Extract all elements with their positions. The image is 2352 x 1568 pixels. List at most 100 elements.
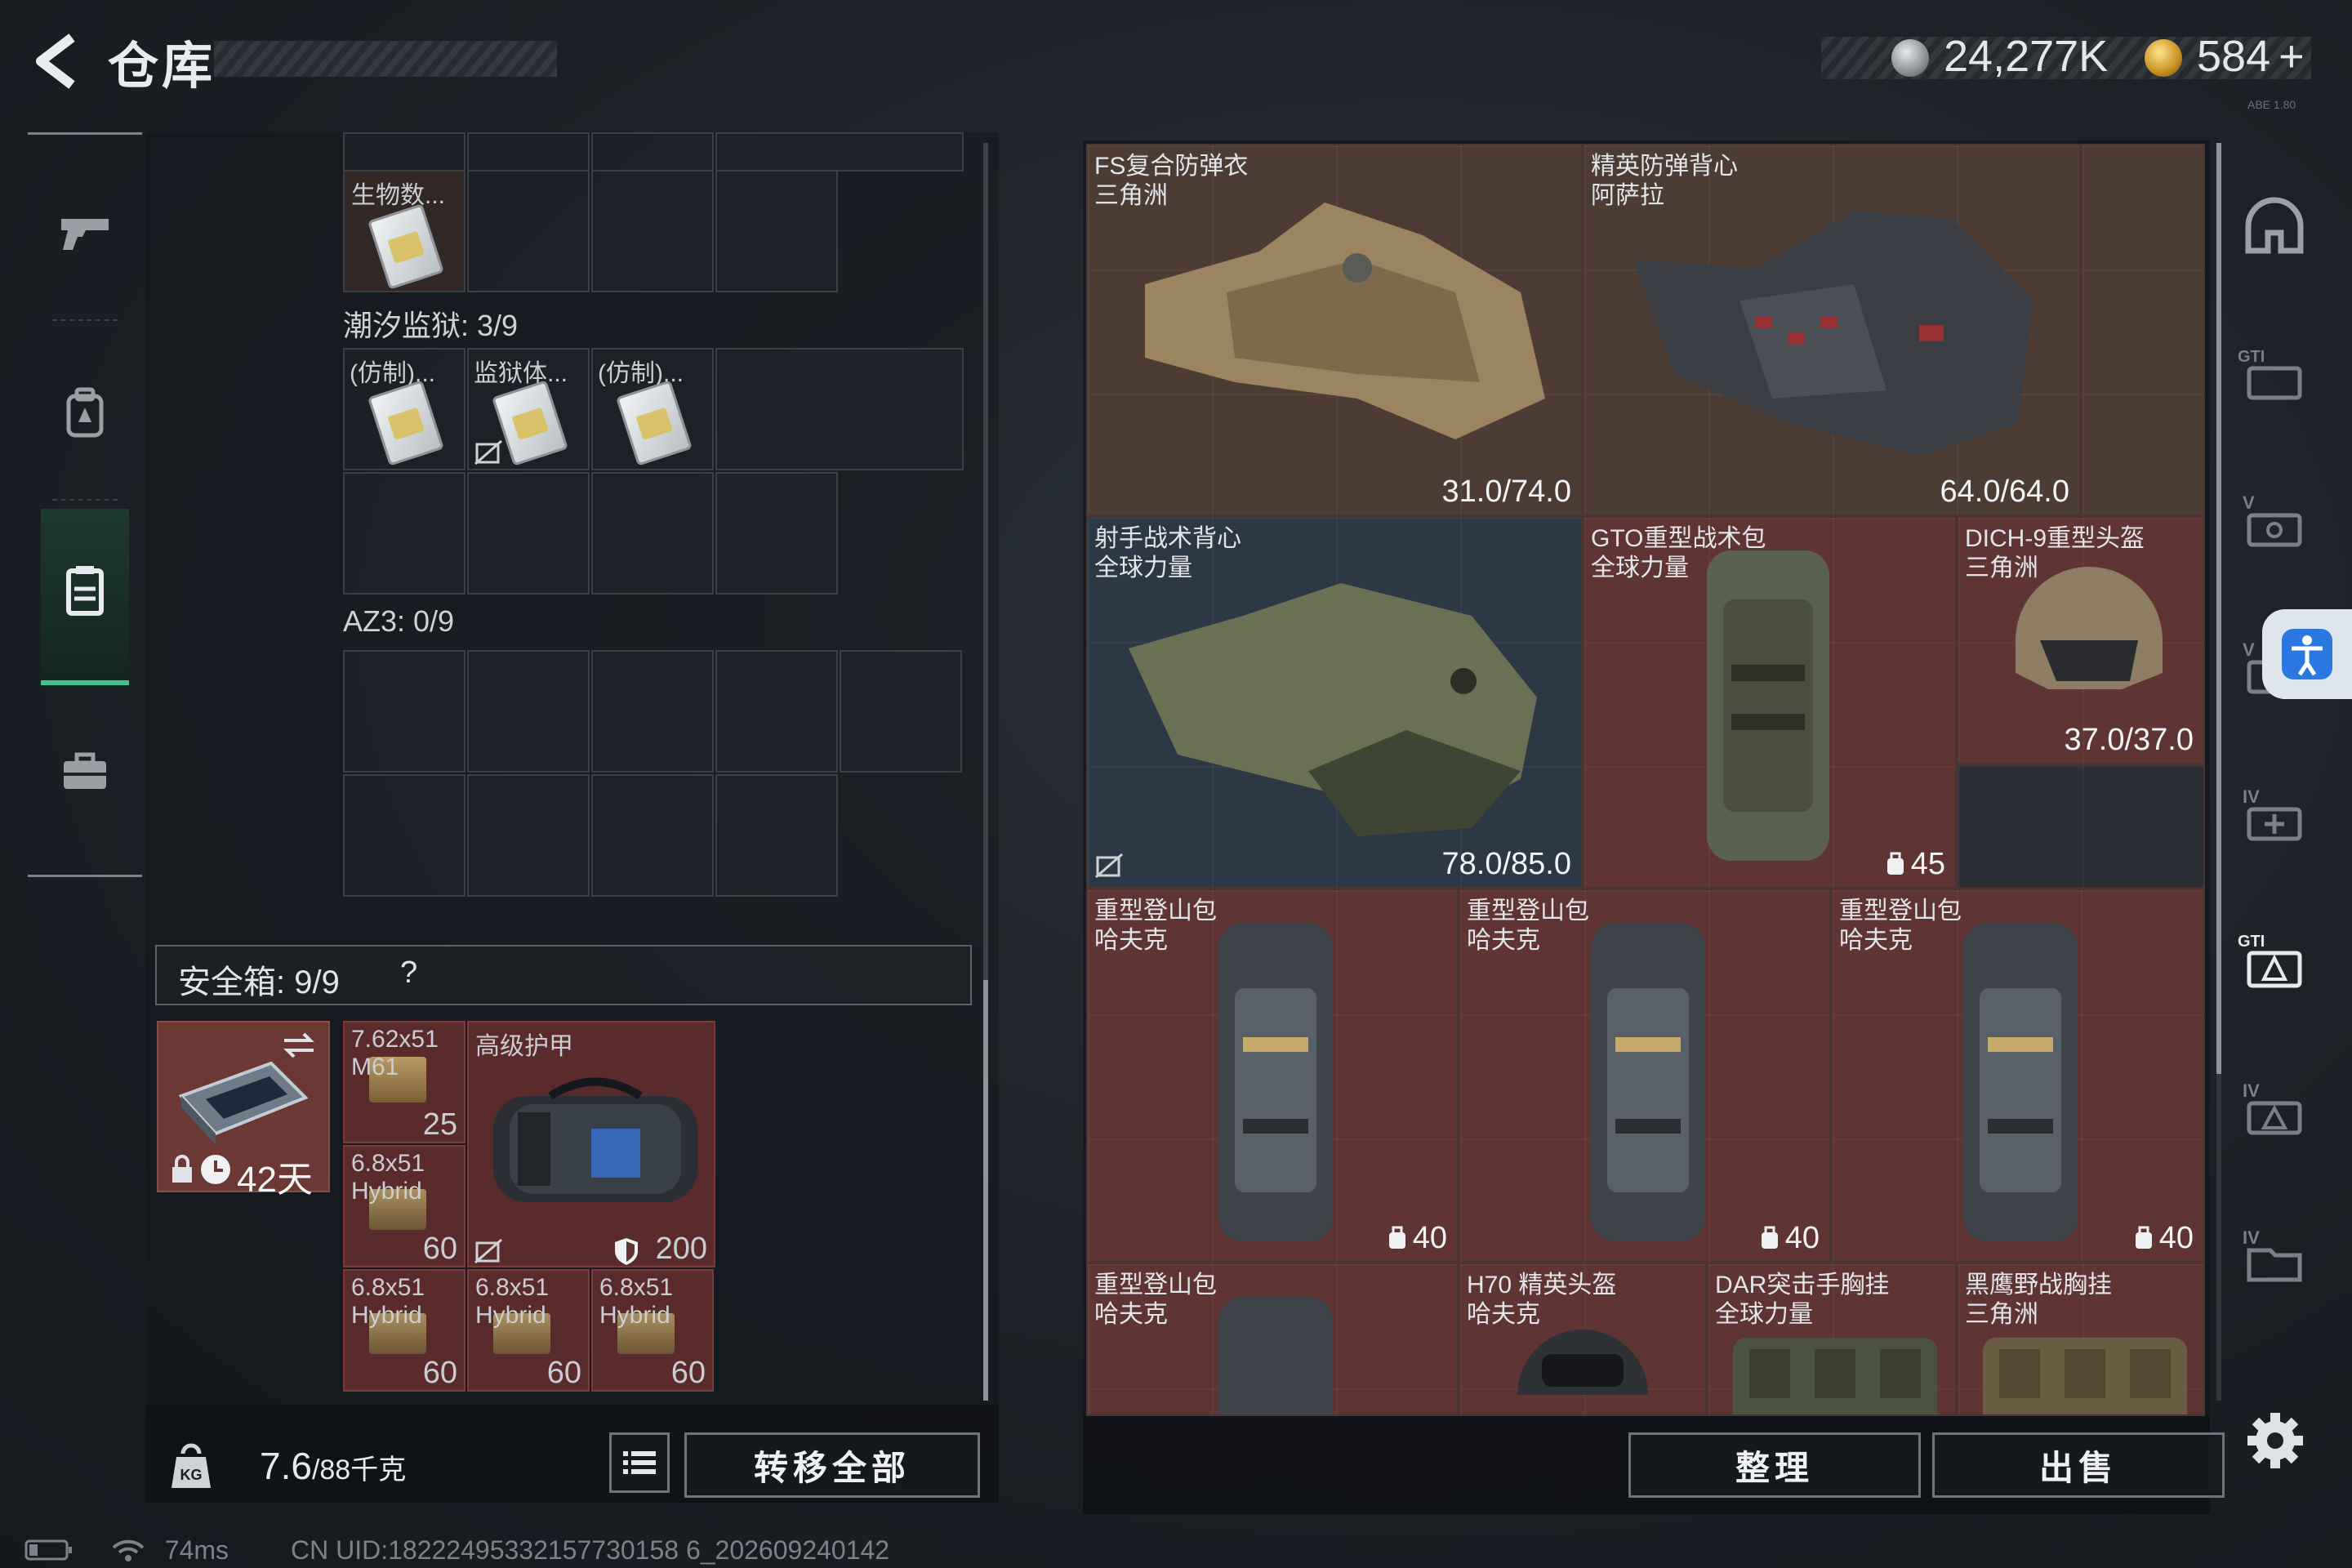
item-name: 生物数... [351,182,446,209]
safebox-remaining-time: 42天 [237,1160,313,1200]
accessibility-button[interactable] [2262,609,2352,699]
grid-cell[interactable] [591,170,714,292]
document-icon [368,203,444,290]
weight-display: 7.6/88千克 [260,1444,406,1488]
grid-cell[interactable] [343,774,466,897]
sort-button[interactable]: 整理 [1628,1432,1921,1498]
grid-cell[interactable] [467,170,590,292]
item-tile[interactable]: GTO重型战术包 全球力量 45 [1583,516,1957,889]
sidebar-item-briefcase[interactable] [28,690,142,853]
grid-cell[interactable] [840,650,962,773]
grid-cell[interactable] [591,774,714,897]
filter-tier-iv-medical-button[interactable]: IV [2230,769,2319,859]
grid-cell[interactable] [715,170,838,292]
scrollbar-thumb[interactable] [983,980,988,1401]
item-slot-ammo[interactable]: 6.8x51 Hybrid 60 [343,1269,466,1392]
item-name: 高级护甲 [475,1033,573,1060]
item-capacity: 40 [1759,1221,1820,1256]
item-slot-armor-kit[interactable]: 高级护甲 200 [467,1021,715,1267]
item-count: 60 [422,1232,457,1266]
filter-helmet-button[interactable] [2230,181,2319,271]
filter-sidebar: GTI V V IV GTI IV IV [2221,140,2328,1414]
premium-balance[interactable]: 584 + [2197,31,2305,82]
swap-icon[interactable] [281,1031,317,1060]
item-name: 6.8x51 Hybrid [599,1274,674,1329]
premium-currency-icon [2145,39,2182,77]
grid-cell[interactable] [467,472,590,595]
list-view-button[interactable] [609,1432,670,1493]
safebox-label: 安全箱: 9/9 [178,964,340,1000]
grid-cell[interactable] [715,472,838,595]
filter-tier-v-button[interactable]: V [2230,475,2319,565]
help-button[interactable]: ? [400,956,417,991]
item-count: 60 [546,1356,581,1390]
item-slot[interactable]: 生物数... [343,170,466,292]
weight-current: 7.6 [260,1445,312,1487]
grid-cell[interactable] [343,132,466,172]
sidebar-item-equipment[interactable] [28,331,142,494]
item-tile[interactable]: DICH-9重型头盔 三角洲 37.0/37.0 [1957,516,2205,764]
backpack-icon [1591,923,1705,1241]
grid-cell[interactable] [715,650,838,773]
title-stripe [214,41,557,77]
settings-button[interactable] [2244,1410,2306,1476]
item-durability: 64.0/64.0 [1940,474,2069,509]
grid-cell[interactable] [591,650,714,773]
item-tile[interactable]: 重型登山包 哈夫克 40 [1086,889,1459,1263]
item-tile[interactable]: 重型登山包 哈夫克 40 [1459,889,1831,1263]
item-tile[interactable]: 重型登山包 哈夫克 40 [1831,889,2205,1263]
item-tile[interactable]: DAR突击手胸挂 全球力量 [1707,1263,1957,1416]
item-name: H70 精英头盔 哈夫克 [1467,1272,1617,1328]
item-tile[interactable]: 射手战术背心 全球力量 78.0/85.0 [1086,516,1583,889]
grid-cell[interactable] [467,132,590,172]
grid-cell[interactable] [467,650,590,773]
weight-max: /88千克 [311,1454,407,1486]
back-button[interactable] [24,24,90,98]
coin-icon [1891,39,1929,77]
filter-gti-button[interactable]: GTI [2230,328,2319,418]
item-slot[interactable]: 监狱体... [467,348,590,470]
grid-cell[interactable] [343,472,466,595]
item-name: 黑鹰野战胸挂 三角洲 [1965,1272,2112,1328]
svg-text:KG: KG [180,1467,203,1483]
item-count: 60 [670,1356,706,1390]
sell-button[interactable]: 出售 [1932,1432,2225,1498]
item-slot[interactable]: (仿制)... [591,348,714,470]
item-tile[interactable]: H70 精英头盔 哈夫克 [1459,1263,1707,1416]
safebox-container[interactable]: 42天 [157,1021,330,1200]
filter-gti-active-button[interactable]: GTI [2230,916,2319,1006]
grid-cell[interactable] [1957,764,2205,889]
svg-text:IV: IV [2243,786,2260,807]
item-tile[interactable]: 黑鹰野战胸挂 三角洲 [1957,1263,2205,1416]
grid-cell[interactable] [467,774,590,897]
grid-cell[interactable] [343,650,466,773]
item-tile[interactable]: FS复合防弹衣 三角洲 31.0/74.0 [1086,144,1583,516]
item-slot-ammo[interactable]: 6.8x51 Hybrid 60 [467,1269,590,1392]
item-tile[interactable]: 精英防弹背心 阿萨拉 64.0/64.0 [1583,144,2081,516]
item-slot-ammo[interactable]: 6.8x51 Hybrid 60 [343,1145,466,1267]
sidebar-item-weapons[interactable] [28,151,142,314]
grid-cell[interactable] [715,774,838,897]
grid-cell[interactable] [715,348,964,470]
grid-cell[interactable] [591,132,714,172]
filter-tier-iv-button[interactable]: IV [2230,1063,2319,1153]
filter-tier-iv-folder-button[interactable]: IV [2230,1210,2319,1300]
safebox-icon [178,1061,309,1145]
item-name: DICH-9重型头盔 三角洲 [1965,525,2145,581]
sidebar-item-storage[interactable] [41,509,129,685]
item-tile[interactable]: 重型登山包 哈夫克 [1086,1263,1459,1416]
grid-cell[interactable] [715,132,964,172]
add-currency-button[interactable]: + [2278,32,2305,81]
item-slot[interactable]: (仿制)... [343,348,466,470]
item-name: GTO重型战术包 全球力量 [1591,525,1766,581]
status-bar: 74ms [24,1535,229,1566]
svg-text:V: V [2243,639,2255,660]
item-durability: 37.0/37.0 [2064,723,2194,757]
item-durability: 31.0/74.0 [1441,474,1571,509]
item-slot-ammo[interactable]: 6.8x51 Hybrid 60 [591,1269,714,1392]
transfer-all-button[interactable]: 转移全部 [684,1432,980,1498]
grid-cell[interactable] [2081,144,2205,516]
item-slot-ammo[interactable]: 7.62x51 M61 25 [343,1021,466,1143]
grid-cell[interactable] [591,472,714,595]
svg-text:V: V [2243,492,2255,513]
